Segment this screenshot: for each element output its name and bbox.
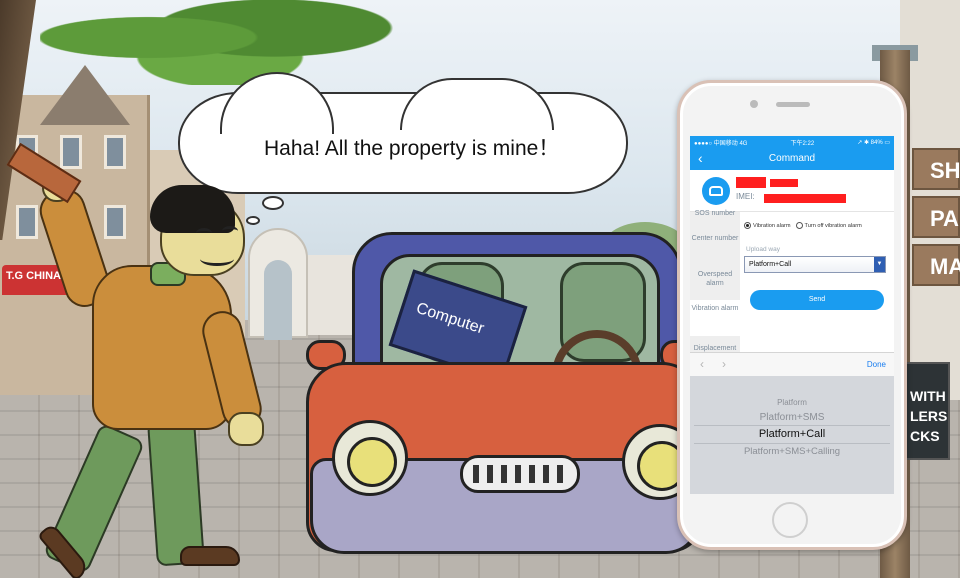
carrier-signal: ●●●●○ 中国移动 4G	[694, 140, 748, 147]
avatar	[702, 177, 730, 205]
window	[104, 205, 126, 239]
picker-toolbar: ‹ › Done	[690, 352, 894, 376]
wall-sign-3: MA	[912, 244, 960, 286]
laptop-label: Computer	[413, 299, 487, 338]
nav-bar: ‹ Command	[690, 148, 894, 170]
radio-turn-off-vibration[interactable]	[795, 222, 803, 229]
stone-arch	[248, 228, 308, 340]
chevron-left-icon[interactable]: ‹	[700, 357, 704, 371]
grin	[200, 252, 234, 266]
imei-label: IMEI:	[736, 192, 755, 201]
picker-selection-line	[694, 443, 890, 444]
redacted-device-name	[770, 179, 798, 187]
tree-canopy	[40, 0, 400, 85]
picker-selection-line	[694, 425, 890, 426]
car-icon	[709, 186, 723, 196]
thought-caption: Haha! All the property is mine！	[264, 137, 560, 160]
right-leg	[147, 418, 205, 567]
car-grille	[460, 455, 580, 493]
menu-item-vibration-alarm[interactable]: Vibration alarm	[690, 300, 740, 336]
street-sign-line: LERS	[910, 408, 948, 424]
battery-indicator: ↗ ✱ 84% ▭	[857, 139, 890, 146]
device-info: IMEI:	[690, 170, 894, 212]
clock: 下午2:22	[790, 140, 815, 147]
street-sign-line: WITH	[910, 388, 946, 404]
redacted-device-name	[736, 177, 766, 188]
alarm-radio-group: Vibration alarm Turn off vibration alarm	[744, 222, 862, 229]
street-sign: WITH LERS CKS	[902, 362, 950, 460]
radio-vibration-alarm[interactable]	[744, 222, 751, 229]
command-menu: SOS number Center number Overspeed alarm…	[690, 209, 740, 352]
wall-sign-1: SH	[912, 148, 960, 190]
picker-option[interactable]: Platform	[690, 398, 894, 407]
distant-building	[300, 255, 360, 335]
earpiece-speaker	[776, 102, 810, 107]
option-picker[interactable]: Platform Platform+SMS Platform+Call Plat…	[690, 376, 894, 494]
menu-item-center-number[interactable]: Center number	[690, 234, 740, 243]
eye	[222, 226, 238, 236]
wall-sign-2: PA	[912, 196, 960, 238]
home-button[interactable]	[772, 502, 808, 538]
picker-option[interactable]: Platform+SMS	[690, 412, 894, 423]
upload-way-select[interactable]: Platform+Call ▼	[744, 256, 886, 273]
radio-label: Vibration alarm	[753, 222, 791, 229]
thought-bubble-dot	[246, 216, 260, 225]
done-button[interactable]: Done	[867, 360, 886, 369]
picker-option[interactable]: Platform+SMS+Calling	[690, 446, 894, 457]
thought-bubble-dot	[262, 196, 284, 210]
street-sign-line: CKS	[910, 428, 940, 444]
phone-screen: ●●●●○ 中国移动 4G 下午2:22 ↗ ✱ 84% ▭ ‹ Command…	[690, 136, 894, 494]
thought-cloud: Haha! All the property is mine！	[178, 72, 628, 194]
command-panel: Vibration alarm Turn off vibration alarm…	[740, 212, 894, 352]
picker-option-selected[interactable]: Platform+Call	[690, 428, 894, 440]
window	[104, 135, 126, 169]
status-bar: ●●●●○ 中国移动 4G 下午2:22 ↗ ✱ 84% ▭	[690, 136, 894, 148]
front-camera	[750, 100, 758, 108]
radio-label: Turn off vibration alarm	[804, 222, 862, 229]
menu-item-overspeed-alarm[interactable]: Overspeed alarm	[690, 270, 740, 288]
upload-way-value: Platform+Call	[749, 261, 792, 268]
eye	[196, 228, 212, 238]
shop-sign: T.G CHINA	[6, 270, 61, 282]
send-button[interactable]: Send	[750, 290, 884, 310]
upload-way-label: Upload way	[746, 246, 780, 253]
left-headlight	[332, 420, 408, 496]
menu-item-sos-number[interactable]: SOS number	[690, 209, 740, 218]
window	[60, 135, 82, 169]
man-hair	[150, 185, 235, 233]
page-title: Command	[768, 153, 816, 164]
redacted-imei	[764, 194, 846, 203]
right-shoe	[180, 546, 240, 566]
chevron-right-icon[interactable]: ›	[722, 357, 726, 371]
hand	[228, 412, 264, 446]
caret-down-icon: ▼	[874, 257, 885, 272]
window	[16, 205, 38, 239]
